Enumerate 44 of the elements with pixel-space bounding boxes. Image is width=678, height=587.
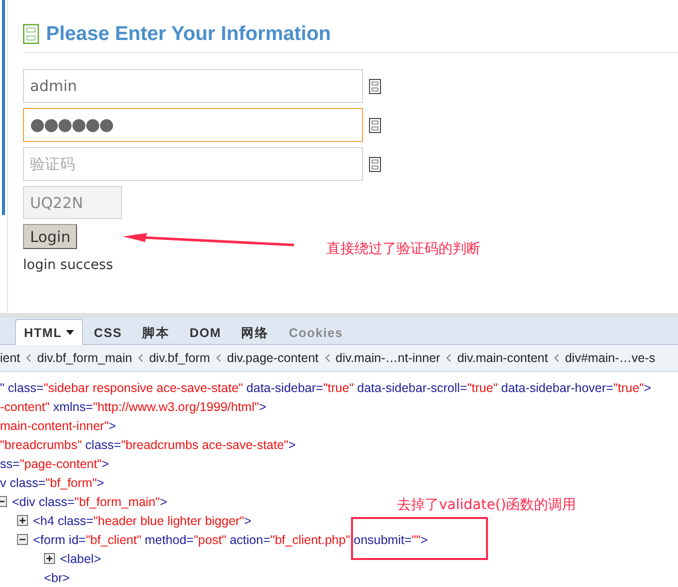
breadcrumb-item[interactable]: div.page-content (227, 351, 319, 365)
annotation-text: 去掉了validate()函数的调用 (397, 496, 576, 514)
status-message: login success (23, 257, 114, 273)
code-line: -content" xmlns="http://www.w3.org/1999/html"> (0, 400, 266, 414)
code-line: "breadcrumbs" class="breadcrumbs ace-save-state"> (0, 438, 296, 452)
expand-icon[interactable] (17, 515, 28, 526)
breadcrumb-item[interactable]: div.bf_form (149, 351, 210, 365)
chevron-left-icon (26, 354, 32, 362)
devtools-tab[interactable]: DOM (180, 321, 230, 344)
devtools-tab[interactable]: 脚本 (133, 321, 179, 344)
code-line: <br> (44, 570, 70, 584)
code-line: main-content-inner"> (0, 418, 116, 432)
code-line: <h4 class="header blue lighter bigger"> (33, 514, 252, 528)
devtools-tab[interactable]: HTML (15, 319, 83, 345)
breadcrumb-item[interactable]: div#main-…ve-s (564, 351, 656, 365)
breadcrumb-item[interactable]: div.bf_form_main (37, 351, 132, 365)
glyph-box-icon (369, 78, 381, 94)
annotation-text: 直接绕过了验证码的判断 (326, 240, 480, 258)
breadcrumb-item[interactable]: ient (0, 351, 20, 365)
login-button[interactable]: Login (23, 224, 78, 249)
input-field[interactable]: 验证码 (23, 147, 363, 181)
glyph-box-icon (369, 156, 381, 172)
chevron-left-icon (324, 354, 330, 362)
chevron-left-icon (554, 354, 559, 362)
code-line: <div class="bf_form_main"> (12, 494, 168, 508)
input-field[interactable]: admin (23, 69, 363, 103)
chevron-left-icon (446, 354, 452, 362)
chevron-left-icon (138, 354, 144, 362)
code-line: <label> (60, 552, 102, 566)
code-line: v class="bf_form"> (0, 476, 104, 490)
glyph-box-icon (369, 118, 381, 132)
devtools-tab[interactable]: 网络 (232, 321, 278, 344)
breadcrumb-item[interactable]: div.main-…nt-inner (336, 351, 440, 365)
code-line: " class="sidebar responsive ace-save-state" data-sidebar="true" data-sidebar-scroll="true" data-sidebar-hover="true"> (0, 380, 652, 394)
expand-icon[interactable] (44, 553, 55, 564)
chevron-left-icon (216, 354, 222, 362)
password-field[interactable]: ●●●●●● (23, 108, 363, 142)
code-line: ss="page-content"> (0, 456, 109, 470)
breadcrumb-item[interactable]: div.main-content (457, 351, 548, 365)
glyph-box-icon (23, 23, 39, 45)
form-title: Please Enter Your Information (46, 22, 331, 46)
devtools-tab[interactable]: CSS (84, 321, 132, 344)
collapse-icon[interactable] (17, 534, 28, 545)
code-line: <form id="bf_client" method="post" action="bf_client.php" onsubmit=""> (33, 532, 428, 546)
